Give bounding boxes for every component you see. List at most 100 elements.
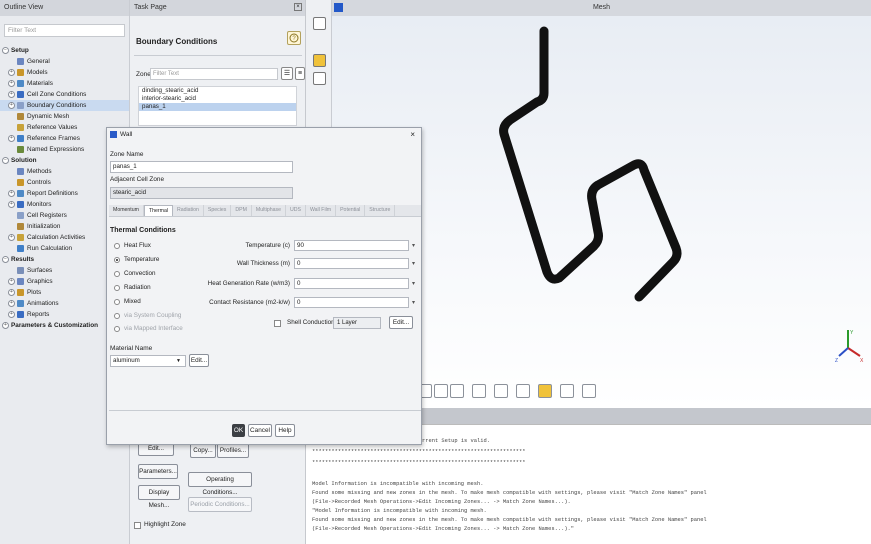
ruler-icon[interactable] xyxy=(472,384,486,398)
dialog-titlebar[interactable]: Wall × xyxy=(107,128,421,142)
radio-mixed[interactable]: Mixed xyxy=(114,298,141,305)
layer-count-field[interactable]: 1 Layer xyxy=(333,317,381,329)
sidebar-item-boundary-conditions[interactable]: + Boundary Conditions xyxy=(0,100,129,111)
material-value: aluminum xyxy=(113,357,140,364)
expand-icon[interactable]: − xyxy=(2,157,9,164)
sidebar-item-materials[interactable]: + Materials xyxy=(0,78,129,89)
temperature-field[interactable]: 90 xyxy=(294,240,409,251)
close-icon[interactable]: × xyxy=(410,128,415,142)
expand-icon[interactable]: + xyxy=(8,201,15,208)
radio-label: Heat Flux xyxy=(124,242,151,249)
chevron-down-icon[interactable]: ▾ xyxy=(412,260,415,267)
select-all-icon[interactable]: ☰ xyxy=(281,67,293,80)
radio-system-coupling[interactable]: via System Coupling xyxy=(114,312,181,319)
sidebar-item-models[interactable]: + Models xyxy=(0,67,129,78)
help-icon[interactable]: ? xyxy=(287,31,301,45)
sidebar-item-dynamic-mesh[interactable]: Dynamic Mesh xyxy=(0,111,129,122)
radio-selected-icon xyxy=(114,256,120,263)
profiles-button[interactable]: Profiles... xyxy=(217,443,249,458)
chevron-down-icon[interactable]: ▾ xyxy=(412,242,415,249)
expand-icon[interactable]: + xyxy=(8,278,15,285)
expand-icon[interactable]: − xyxy=(2,256,9,263)
outline-filter-input[interactable]: Filter Text xyxy=(4,24,125,37)
console-line: rrent Setup is valid. xyxy=(422,438,490,444)
chevron-down-icon[interactable]: ▾ xyxy=(412,299,415,306)
tab-momentum[interactable]: Momentum xyxy=(109,205,144,216)
highlight-icon[interactable] xyxy=(538,384,552,398)
zone-list[interactable]: dinding_stearic_acid interior-stearic_ac… xyxy=(138,86,297,126)
contact-resistance-field[interactable]: 0 xyxy=(294,297,409,308)
panel-icon[interactable] xyxy=(313,17,326,30)
tab-uds[interactable]: UDS xyxy=(286,205,306,216)
highlight-zone-checkbox[interactable] xyxy=(134,522,141,529)
dialog-title: Wall xyxy=(120,131,133,138)
tab-dpm[interactable]: DPM xyxy=(231,205,252,216)
tree-item-label: Methods xyxy=(27,168,52,175)
save-image-icon[interactable] xyxy=(582,384,596,398)
x-axis-label: X xyxy=(860,358,864,364)
cancel-button[interactable]: Cancel xyxy=(248,424,272,437)
list-icon[interactable]: ≡ xyxy=(295,67,305,80)
copy-button[interactable]: Copy... xyxy=(190,443,216,458)
sidebar-item-general[interactable]: General xyxy=(0,56,129,67)
axes-icon[interactable] xyxy=(560,384,574,398)
expand-icon[interactable]: + xyxy=(8,69,15,76)
tab-thermal[interactable]: Thermal xyxy=(143,205,173,216)
material-select[interactable]: aluminum ▼ xyxy=(110,355,186,367)
tree-node-icon xyxy=(17,201,24,208)
tab-structure[interactable]: Structure xyxy=(365,205,396,216)
display-mesh-button[interactable]: Display Mesh... xyxy=(138,485,180,509)
expand-icon[interactable]: + xyxy=(8,91,15,98)
close-icon[interactable]: × xyxy=(294,3,302,11)
sidebar-item-cell-zone-conditions[interactable]: + Cell Zone Conditions xyxy=(0,89,129,100)
expand-icon[interactable]: + xyxy=(8,300,15,307)
parameters-button[interactable]: Parameters... xyxy=(138,464,178,479)
tab-multiphase[interactable]: Multiphase xyxy=(252,205,286,216)
radio-temperature[interactable]: Temperature xyxy=(114,256,159,263)
zone-filter-input[interactable]: Filter Text xyxy=(150,68,278,80)
shell-conduction-checkbox[interactable] xyxy=(274,320,281,327)
expand-icon[interactable]: − xyxy=(2,47,9,54)
wall-thickness-field[interactable]: 0 xyxy=(294,258,409,269)
radio-radiation[interactable]: Radiation xyxy=(114,284,151,291)
radio-heat-flux[interactable]: Heat Flux xyxy=(114,242,151,249)
console-line: Model Information is incompatible with i… xyxy=(312,481,484,487)
radio-mapped-interface[interactable]: via Mapped Interface xyxy=(114,325,183,332)
expand-icon[interactable]: + xyxy=(8,311,15,318)
operating-conditions-button[interactable]: Operating Conditions... xyxy=(188,472,252,496)
tree-node-icon xyxy=(17,102,24,109)
expand-icon[interactable]: + xyxy=(8,234,15,241)
view-icon[interactable] xyxy=(450,384,464,398)
camera-icon[interactable] xyxy=(516,384,530,398)
chevron-down-icon[interactable]: ▾ xyxy=(412,280,415,287)
expand-icon[interactable]: + xyxy=(8,102,15,109)
tab-species[interactable]: Species xyxy=(204,205,232,216)
list-item[interactable]: interior-stearic_acid xyxy=(139,95,296,103)
expand-icon[interactable]: + xyxy=(8,135,15,142)
list-item[interactable]: panas_1 xyxy=(139,103,296,111)
shell-edit-button[interactable]: Edit... xyxy=(389,316,413,329)
filter-icon[interactable] xyxy=(313,72,326,85)
help-button[interactable]: Help xyxy=(275,424,295,437)
sidebar-item-setup[interactable]: − Setup xyxy=(0,45,129,56)
tree-node-icon xyxy=(17,124,24,131)
ok-button[interactable]: OK xyxy=(232,424,245,437)
expand-icon[interactable]: + xyxy=(8,289,15,296)
tab-wall-film[interactable]: Wall Film xyxy=(306,205,337,216)
tab-potential[interactable]: Potential xyxy=(336,205,366,216)
expand-icon[interactable]: + xyxy=(8,80,15,87)
fit-icon[interactable] xyxy=(434,384,448,398)
zone-name-field[interactable]: panas_1 xyxy=(110,161,293,173)
material-edit-button[interactable]: Edit... xyxy=(189,354,209,367)
expand-icon[interactable]: + xyxy=(8,190,15,197)
radio-convection[interactable]: Convection xyxy=(114,270,156,277)
heat-generation-field[interactable]: 0 xyxy=(294,278,409,289)
play-icon[interactable] xyxy=(313,54,326,67)
tab-radiation[interactable]: Radiation xyxy=(173,205,204,216)
expand-icon[interactable]: + xyxy=(2,322,9,329)
radio-label: Mixed xyxy=(124,298,141,305)
list-item[interactable]: dinding_stearic_acid xyxy=(139,87,296,95)
periodic-conditions-button[interactable]: Periodic Conditions... xyxy=(188,497,252,512)
thermal-conditions-title: Thermal Conditions xyxy=(110,227,176,234)
filter-view-icon[interactable] xyxy=(494,384,508,398)
